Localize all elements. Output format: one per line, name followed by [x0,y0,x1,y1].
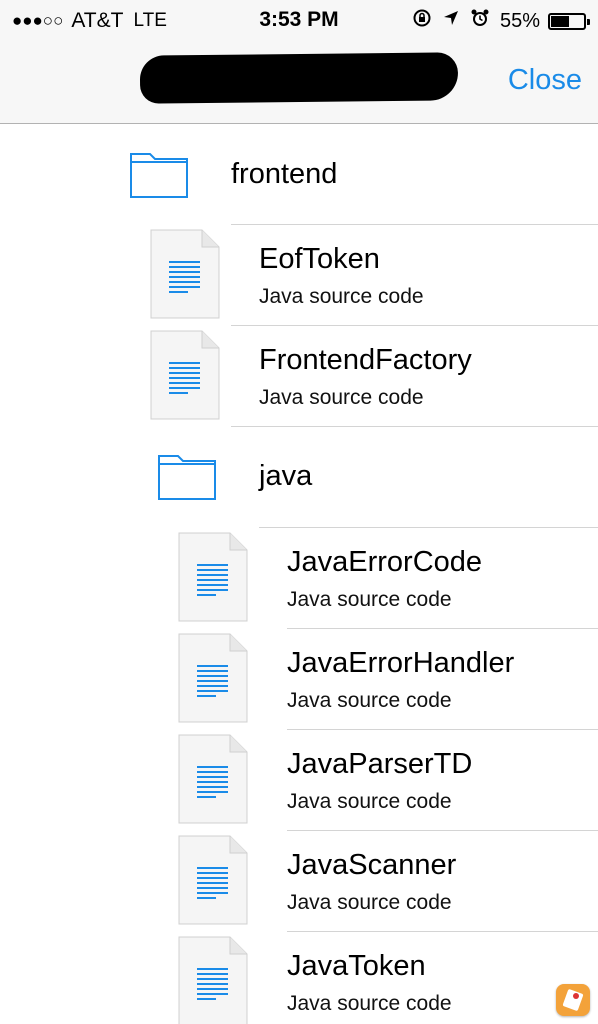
row-separator [287,628,598,629]
file-name: JavaParserTD [287,748,473,780]
list-item-file-javatoken[interactable]: JavaToken Java source code [0,931,598,1024]
close-button[interactable]: Close [508,64,582,97]
list-item-folder-frontend[interactable]: frontend [0,124,598,224]
list-item-file-eoftoken[interactable]: EofToken Java source code [0,224,598,325]
list-item-file-javaerrorcode[interactable]: JavaErrorCode Java source code [0,527,598,628]
file-name: EofToken [259,243,380,275]
battery-icon [548,12,590,30]
row-separator [287,931,598,932]
document-icon [178,532,248,622]
redacted-title [139,52,459,104]
file-type: Java source code [287,588,452,611]
status-right: 55% [412,8,590,34]
file-type: Java source code [287,689,452,712]
document-icon [178,936,248,1024]
file-name: FrontendFactory [259,344,472,376]
screen: ●●●○○ AT&T LTE 3:53 PM 55% Close fronten… [0,0,598,1024]
folder-name: frontend [231,158,338,190]
row-separator [231,426,598,427]
list-item-file-javaerrorhandler[interactable]: JavaErrorHandler Java source code [0,628,598,729]
folder-icon [130,148,188,198]
folder-name: java [259,460,313,492]
row-separator [287,830,598,831]
rotation-lock-icon [412,8,432,34]
file-type: Java source code [287,992,452,1015]
status-bar: ●●●○○ AT&T LTE 3:53 PM 55% [0,0,598,42]
battery-cap [587,18,590,25]
file-type: Java source code [259,386,424,409]
battery-percentage: 55% [499,9,540,32]
document-icon [178,633,248,723]
document-icon [150,330,220,420]
document-icon [150,229,220,319]
row-separator [259,527,598,528]
list-item-folder-java[interactable]: java [0,426,598,527]
row-separator [231,224,598,225]
alarm-clock-icon [470,8,490,34]
file-name: JavaErrorCode [287,546,483,578]
file-name: JavaErrorHandler [287,647,515,679]
file-type: Java source code [287,891,452,914]
folder-icon [158,450,216,500]
file-name: JavaScanner [287,849,457,881]
navigation-bar: Close [0,42,598,124]
list-item-file-javascanner[interactable]: JavaScanner Java source code [0,830,598,931]
file-name: JavaToken [287,950,426,982]
app-badge-icon[interactable] [556,984,590,1016]
location-arrow-icon [442,9,460,33]
row-separator [287,729,598,730]
file-type: Java source code [287,790,452,813]
battery-fill [551,15,569,27]
list-item-file-frontendfactory[interactable]: FrontendFactory Java source code [0,325,598,426]
document-icon [178,734,248,824]
document-icon [178,835,248,925]
row-separator [231,325,598,326]
file-type: Java source code [259,285,424,308]
list-item-file-javaparsertd[interactable]: JavaParserTD Java source code [0,729,598,830]
